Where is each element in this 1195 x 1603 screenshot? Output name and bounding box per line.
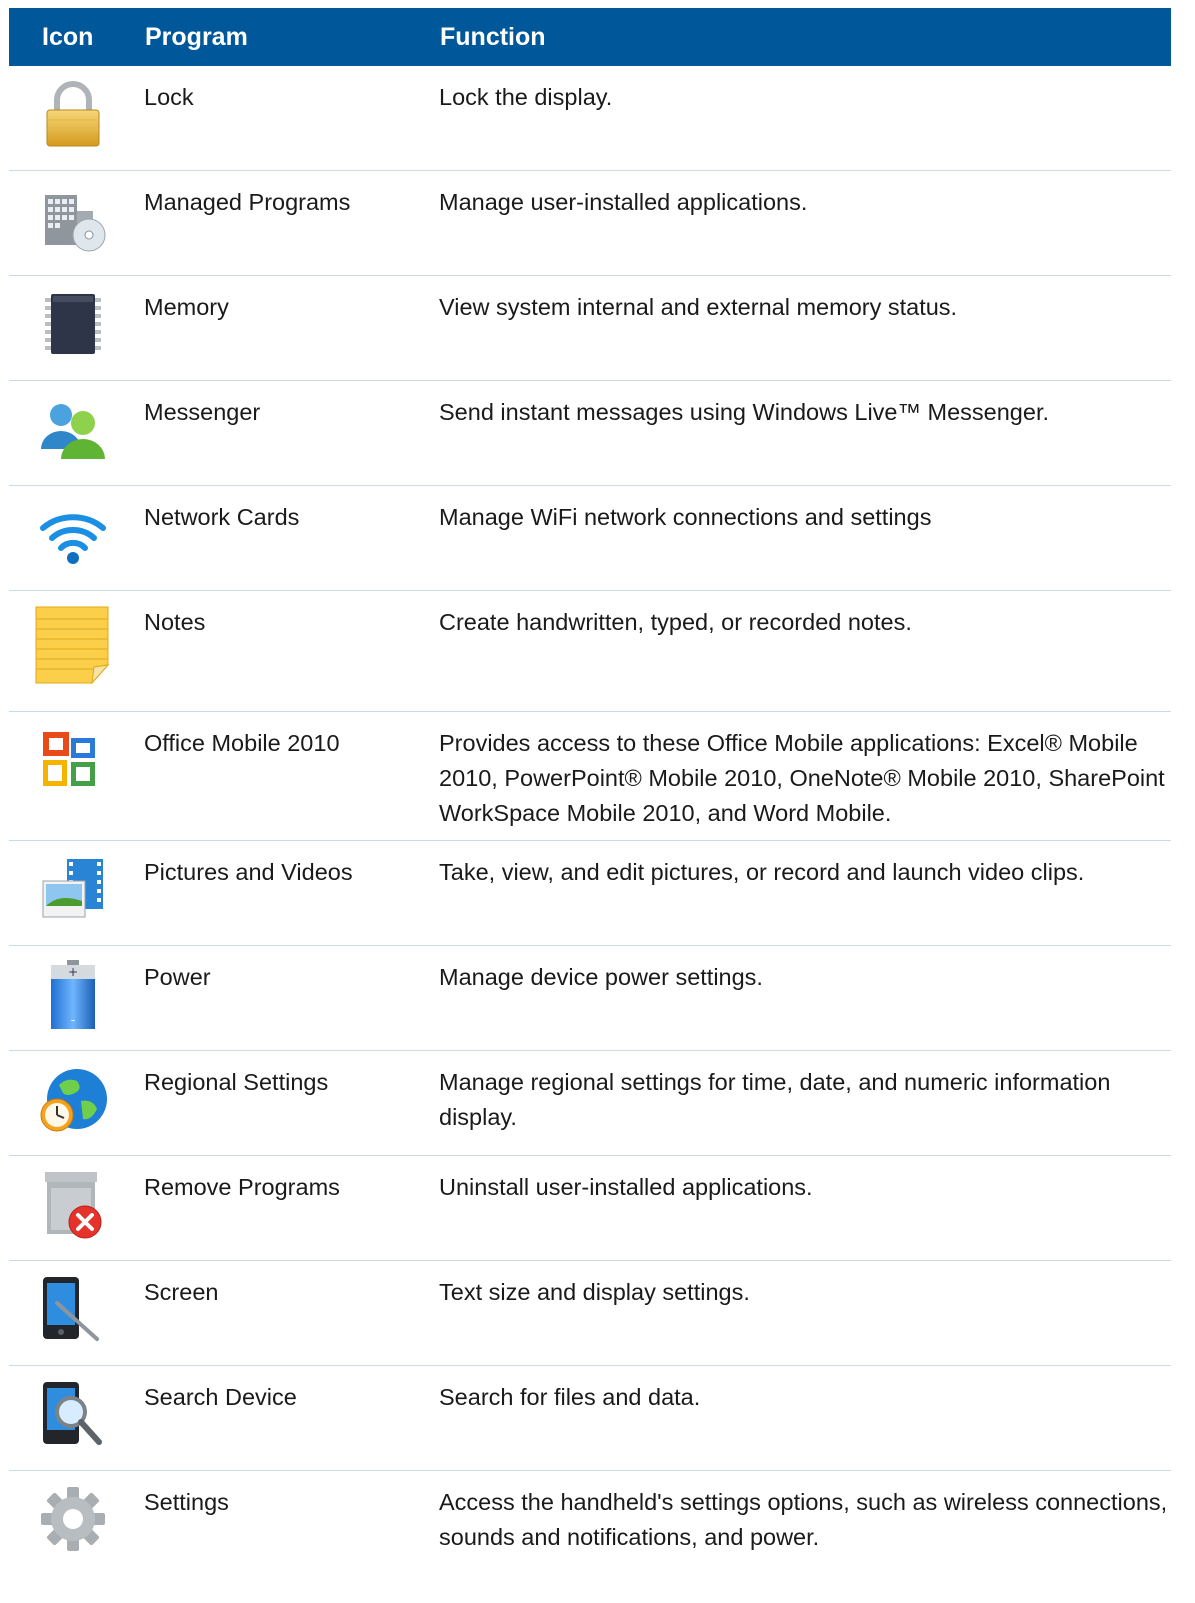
remove-programs-icon — [37, 1168, 109, 1240]
table-row: Messenger Send instant messages using Wi… — [9, 381, 1171, 486]
program-function: Manage user-installed applications. — [439, 189, 808, 215]
program-function: Provides access to these Office Mobile a… — [439, 730, 1165, 826]
program-name: Remove Programs — [144, 1174, 340, 1200]
table-row: Remove Programs Uninstall user-installed… — [9, 1156, 1171, 1261]
table-row: Search Device Search for files and data. — [9, 1366, 1171, 1471]
lock-icon — [37, 78, 109, 150]
memory-chip-icon — [37, 288, 109, 360]
table-row: Regional Settings Manage regional settin… — [9, 1051, 1171, 1156]
battery-icon: + - — [37, 958, 109, 1030]
program-function: Take, view, and edit pictures, or record… — [439, 859, 1085, 885]
globe-clock-icon — [37, 1063, 109, 1135]
program-function: Manage regional settings for time, date,… — [439, 1069, 1111, 1130]
program-function: Access the handheld's settings options, … — [439, 1489, 1168, 1550]
program-name: Notes — [144, 609, 206, 635]
svg-text:+: + — [68, 965, 78, 979]
program-name: Power — [144, 964, 211, 990]
office-icon — [37, 728, 101, 792]
managed-programs-icon — [37, 183, 109, 255]
program-name: Pictures and Videos — [144, 859, 353, 885]
pictures-videos-icon — [37, 853, 109, 925]
program-function: Manage WiFi network connections and sett… — [439, 504, 932, 530]
header-icon: Icon — [42, 22, 94, 51]
table-row: Notes Create handwritten, typed, or reco… — [9, 591, 1171, 712]
gear-icon — [37, 1483, 109, 1555]
table-row: Memory View system internal and external… — [9, 276, 1171, 381]
program-function: Search for files and data. — [439, 1384, 701, 1410]
program-function: Lock the display. — [439, 84, 613, 110]
table-row: Network Cards Manage WiFi network connec… — [9, 486, 1171, 591]
svg-text:-: - — [71, 1013, 75, 1027]
program-function: Text size and display settings. — [439, 1279, 750, 1305]
table-row: Pictures and Videos Take, view, and edit… — [9, 841, 1171, 946]
program-name: Screen — [144, 1279, 219, 1305]
table-row: Settings Access the handheld's settings … — [9, 1471, 1171, 1581]
program-function: Send instant messages using Windows Live… — [439, 399, 1050, 425]
program-name: Memory — [144, 294, 229, 320]
program-function: Uninstall user-installed applications. — [439, 1174, 813, 1200]
program-name: Lock — [144, 84, 194, 110]
notes-icon — [34, 605, 110, 685]
table-row: Office Mobile 2010 Provides access to th… — [9, 712, 1171, 841]
program-name: Settings — [144, 1489, 229, 1515]
program-name: Office Mobile 2010 — [144, 730, 340, 756]
search-device-icon — [37, 1378, 109, 1450]
table-row: Screen Text size and display settings. — [9, 1261, 1171, 1366]
wifi-icon — [37, 498, 109, 570]
messenger-icon — [37, 393, 109, 465]
table-header: Icon Program Function — [9, 8, 1171, 66]
program-function: Manage device power settings. — [439, 964, 763, 990]
program-function: View system internal and external memory… — [439, 294, 958, 320]
programs-table: Icon Program Function Lock Lock the disp… — [9, 8, 1171, 1581]
program-name: Search Device — [144, 1384, 297, 1410]
program-name: Managed Programs — [144, 189, 351, 215]
program-function: Create handwritten, typed, or recorded n… — [439, 609, 912, 635]
program-name: Regional Settings — [144, 1069, 329, 1095]
program-name: Messenger — [144, 399, 261, 425]
table-row: Managed Programs Manage user-installed a… — [9, 171, 1171, 276]
table-row: Lock Lock the display. — [9, 66, 1171, 171]
header-function: Function — [440, 22, 546, 51]
screen-stylus-icon — [37, 1273, 109, 1345]
table-row: + - Power Manage device power settings. — [9, 946, 1171, 1051]
program-name: Network Cards — [144, 504, 300, 530]
header-program: Program — [145, 22, 248, 51]
